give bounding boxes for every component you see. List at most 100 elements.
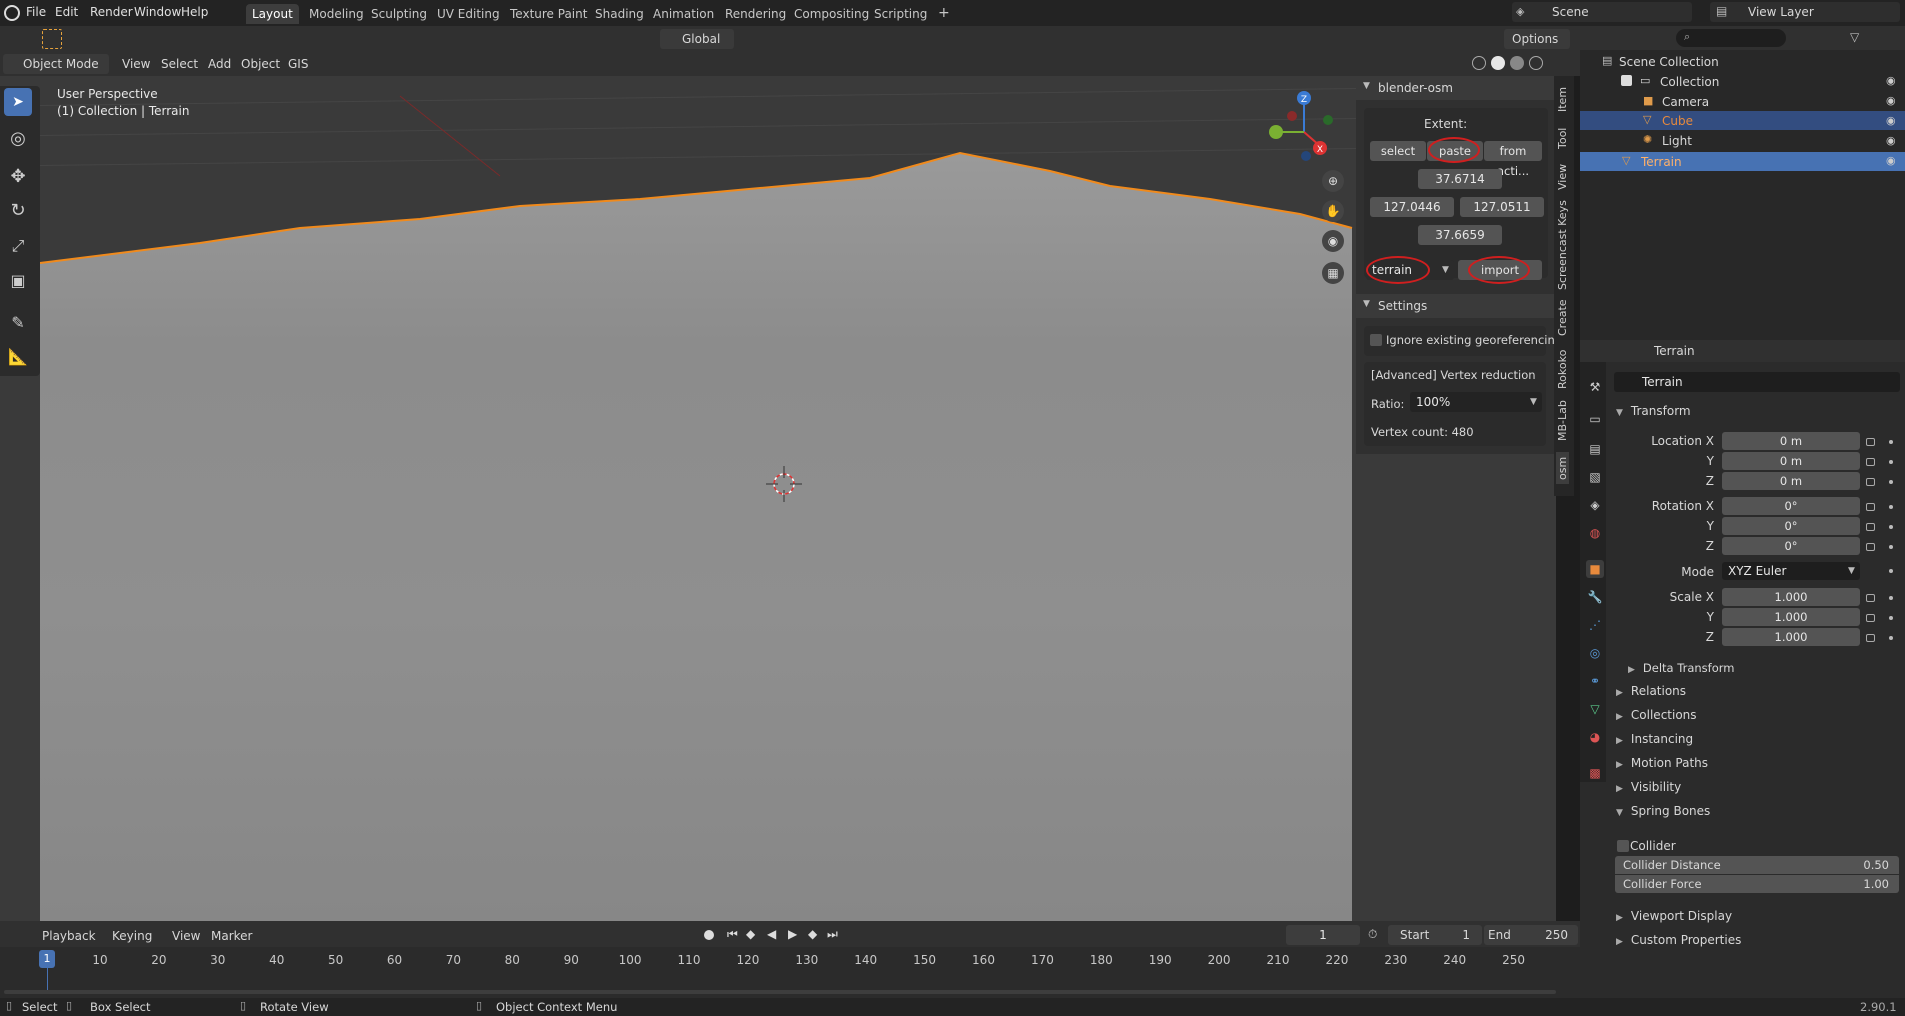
- timeline-playback-menu[interactable]: Playback: [42, 929, 96, 943]
- tab-compositing[interactable]: Compositing: [788, 4, 875, 24]
- tab-osm[interactable]: osm: [1556, 452, 1569, 484]
- lock-icon[interactable]: [1866, 503, 1875, 511]
- move-tool-icon[interactable]: ✥: [4, 162, 32, 190]
- tool-props-icon[interactable]: ⚒: [1586, 378, 1604, 396]
- collider-distance-field[interactable]: Collider Distance 0.50: [1615, 856, 1899, 874]
- 3d-viewport[interactable]: User Perspective (1) Collection | Terrai…: [0, 76, 1556, 921]
- tab-mb-lab[interactable]: MB-Lab: [1556, 398, 1569, 444]
- rotate-tool-icon[interactable]: ↻: [4, 196, 32, 224]
- keyframe-dot-icon[interactable]: [1889, 525, 1893, 529]
- transform-orientation[interactable]: Global: [660, 29, 734, 49]
- tab-scripting[interactable]: Scripting: [868, 4, 933, 24]
- extent-select-button[interactable]: select: [1370, 141, 1426, 161]
- outliner-camera[interactable]: Camera: [1662, 95, 1709, 109]
- end-frame-field[interactable]: End 250: [1484, 925, 1578, 945]
- delta-transform-section[interactable]: ▶ Delta Transform: [1628, 661, 1734, 675]
- mode-selector[interactable]: Object Mode: [3, 54, 109, 74]
- extent-from-active-button[interactable]: from acti...: [1484, 141, 1542, 178]
- lock-icon[interactable]: [1866, 594, 1875, 602]
- menu-help[interactable]: Help: [181, 5, 208, 19]
- tab-sculpting[interactable]: Sculpting: [365, 4, 433, 24]
- keyframe-dot-icon[interactable]: [1889, 616, 1893, 620]
- tab-create[interactable]: Create: [1556, 298, 1569, 338]
- outliner-search-input[interactable]: ⌕: [1676, 29, 1786, 47]
- viewport-display-section[interactable]: ▶ Viewport Display: [1616, 909, 1732, 923]
- relations-section[interactable]: ▶ Relations: [1616, 684, 1686, 698]
- blender-osm-header[interactable]: ▼ blender-osm: [1356, 76, 1554, 100]
- world-props-icon[interactable]: ◍: [1586, 524, 1604, 542]
- frame-marker[interactable]: 1: [39, 950, 55, 968]
- lock-icon[interactable]: [1866, 478, 1875, 486]
- viewport-menu-add[interactable]: Add: [208, 57, 231, 71]
- location-z-field[interactable]: 0 m: [1722, 472, 1860, 490]
- keyframe-dot-icon[interactable]: [1889, 505, 1893, 509]
- viewport-menu-gis[interactable]: GIS: [288, 57, 308, 71]
- tab-shading[interactable]: Shading: [589, 4, 650, 24]
- scale-z-field[interactable]: 1.000: [1722, 628, 1860, 646]
- zoom-icon[interactable]: ⊕: [1322, 170, 1344, 192]
- menu-edit[interactable]: Edit: [55, 5, 78, 19]
- modifier-props-icon[interactable]: 🔧: [1586, 588, 1604, 606]
- prev-keyframe-icon[interactable]: ◆: [746, 927, 755, 941]
- tab-rokoko[interactable]: Rokoko: [1556, 346, 1569, 392]
- start-frame-field[interactable]: Start 1: [1388, 925, 1482, 945]
- annotate-tool-icon[interactable]: ✎: [4, 308, 32, 336]
- keyframe-dot-icon[interactable]: [1889, 480, 1893, 484]
- lock-icon[interactable]: [1866, 543, 1875, 551]
- particles-props-icon[interactable]: ⋰: [1586, 616, 1604, 634]
- keyframe-dot-icon[interactable]: [1889, 460, 1893, 464]
- shading-rendered-icon[interactable]: [1529, 56, 1543, 70]
- ignore-georeferencing-checkbox[interactable]: [1370, 334, 1382, 346]
- location-x-field[interactable]: 0 m: [1722, 432, 1860, 450]
- visibility-eye-icon[interactable]: ◉: [1886, 134, 1896, 147]
- scale-tool-icon[interactable]: ⤢: [4, 232, 32, 260]
- tab-screencast-keys[interactable]: Screencast Keys: [1556, 200, 1569, 290]
- filter-icon[interactable]: ▽: [1850, 30, 1859, 44]
- keyframe-dot-icon[interactable]: [1889, 545, 1893, 549]
- lock-icon[interactable]: [1866, 614, 1875, 622]
- visibility-eye-icon[interactable]: ◉: [1886, 114, 1896, 127]
- scale-x-field[interactable]: 1.000: [1722, 588, 1860, 606]
- collections-section[interactable]: ▶ Collections: [1616, 708, 1697, 722]
- object-props-icon[interactable]: ■: [1586, 560, 1604, 578]
- timeline-marker-menu[interactable]: Marker: [211, 929, 252, 943]
- instancing-section[interactable]: ▶ Instancing: [1616, 732, 1693, 746]
- play-reverse-icon[interactable]: ◀: [767, 927, 776, 941]
- scale-y-field[interactable]: 1.000: [1722, 608, 1860, 626]
- outliner-light[interactable]: Light: [1662, 134, 1692, 148]
- visibility-eye-icon[interactable]: ◉: [1886, 74, 1896, 87]
- tab-uv-editing[interactable]: UV Editing: [431, 4, 506, 24]
- shading-material-icon[interactable]: [1510, 56, 1524, 70]
- tab-view[interactable]: View: [1556, 160, 1569, 194]
- view-layer-props-icon[interactable]: ▧: [1586, 468, 1604, 486]
- lock-icon[interactable]: [1866, 634, 1875, 642]
- extent-lon-max-field[interactable]: 127.0511: [1460, 197, 1544, 217]
- outliner-terrain[interactable]: Terrain: [1641, 155, 1682, 169]
- settings-header[interactable]: ▼ Settings: [1356, 294, 1554, 318]
- extent-lat-max-field[interactable]: 37.6714: [1418, 169, 1502, 189]
- location-y-field[interactable]: 0 m: [1722, 452, 1860, 470]
- viewport-menu-object[interactable]: Object: [241, 57, 280, 71]
- rotation-y-field[interactable]: 0°: [1722, 517, 1860, 535]
- output-props-icon[interactable]: ▤: [1586, 440, 1604, 458]
- keyframe-dot-icon[interactable]: [1889, 569, 1893, 573]
- camera-view-icon[interactable]: ◉: [1322, 230, 1344, 252]
- collection-checkbox[interactable]: [1621, 75, 1632, 86]
- spring-bones-section[interactable]: ▼ Spring Bones: [1616, 804, 1710, 818]
- motion-paths-section[interactable]: ▶ Motion Paths: [1616, 756, 1708, 770]
- keyframe-dot-icon[interactable]: [1889, 636, 1893, 640]
- material-props-icon[interactable]: ◕: [1586, 728, 1604, 746]
- options-dropdown[interactable]: Options: [1504, 29, 1570, 49]
- ortho-grid-icon[interactable]: ▦: [1322, 262, 1344, 284]
- scene-props-icon[interactable]: ◈: [1586, 496, 1604, 514]
- tab-tool[interactable]: Tool: [1556, 122, 1569, 154]
- timeline-keying-menu[interactable]: Keying: [112, 929, 152, 943]
- lock-icon[interactable]: [1866, 458, 1875, 466]
- collider-force-field[interactable]: Collider Force 1.00: [1615, 875, 1899, 893]
- viewport-menu-select[interactable]: Select: [161, 57, 198, 71]
- navigation-gizmo[interactable]: Z X: [1262, 86, 1352, 176]
- timeline-scrollbar[interactable]: [4, 990, 1556, 994]
- blender-logo-icon[interactable]: [4, 5, 20, 21]
- rotation-mode-dropdown[interactable]: XYZ Euler ▼: [1722, 562, 1860, 580]
- lock-icon[interactable]: [1866, 438, 1875, 446]
